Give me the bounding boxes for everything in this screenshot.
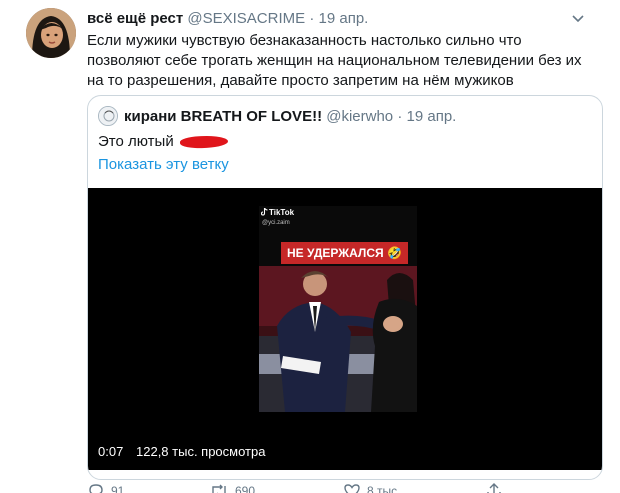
quoted-tweet-date[interactable]: 19 апр. bbox=[407, 108, 457, 125]
video-frame: TikTok @yci.zaim НЕ УДЕРЖАЛСЯ 🤣 bbox=[259, 206, 417, 412]
quoted-author-name[interactable]: кирани BREATH OF LOVE!! bbox=[124, 108, 322, 125]
quoted-text: Это лютый bbox=[98, 133, 174, 150]
heart-icon bbox=[344, 484, 360, 493]
retweet-icon bbox=[212, 484, 226, 493]
quoted-tweet-header: кирани BREATH OF LOVE!! @kierwho · 19 ап… bbox=[124, 108, 456, 126]
show-thread-link[interactable]: Показать эту ветку bbox=[98, 155, 229, 175]
video-player[interactable]: TikTok @yci.zaim НЕ УДЕРЖАЛСЯ 🤣 0:07 122… bbox=[88, 188, 602, 470]
share-icon bbox=[487, 483, 501, 493]
tiktok-label: TikTok bbox=[269, 208, 295, 217]
reply-button[interactable]: 91 bbox=[87, 482, 124, 493]
like-button[interactable]: 8 тыс. bbox=[343, 482, 400, 493]
quoted-avatar-illustration bbox=[99, 107, 117, 125]
share-button[interactable] bbox=[485, 482, 503, 493]
avatar-illustration bbox=[26, 8, 76, 58]
quoted-header-separator: · bbox=[397, 108, 403, 125]
retweet-button[interactable]: 690 bbox=[209, 482, 255, 493]
video-scene-image bbox=[259, 266, 417, 412]
header-separator: · bbox=[309, 10, 315, 27]
tiktok-handle: @yci.zaim bbox=[262, 220, 290, 226]
video-caption: НЕ УДЕРЖАЛСЯ 🤣 bbox=[281, 242, 408, 264]
reply-count: 91 bbox=[111, 484, 125, 493]
video-views: 122,8 тыс. просмотра bbox=[136, 444, 266, 459]
retweet-count: 690 bbox=[235, 484, 256, 493]
author-handle[interactable]: @SEXISACRIME bbox=[187, 10, 305, 27]
author-avatar[interactable] bbox=[26, 8, 76, 58]
tweet-header: всё ещё рест @SEXISACRIME · 19 апр. bbox=[87, 10, 368, 28]
quoted-author-avatar[interactable] bbox=[98, 106, 118, 126]
tweet-text-line: на то разрешения, давайте просто запрети… bbox=[87, 72, 514, 89]
quoted-tweet-text: Это лютый bbox=[98, 132, 228, 152]
tweet-text: Если мужики чувствую безнаказанность нас… bbox=[87, 31, 607, 91]
author-name[interactable]: всё ещё рест bbox=[87, 10, 183, 27]
reply-icon bbox=[89, 484, 103, 493]
more-options-chevron-icon[interactable] bbox=[570, 12, 586, 24]
tiktok-note-icon bbox=[260, 207, 268, 216]
tweet-text-line: Если мужики чувствую безнаказанность нас… bbox=[87, 32, 522, 49]
redaction-mark bbox=[179, 134, 228, 150]
quoted-tweet[interactable]: кирани BREATH OF LOVE!! @kierwho · 19 ап… bbox=[87, 95, 603, 480]
tweet-actions: 91 690 8 тыс. bbox=[87, 482, 607, 493]
tiktok-watermark: TikTok bbox=[260, 207, 295, 217]
quoted-author-handle[interactable]: @kierwho bbox=[326, 108, 393, 125]
video-duration: 0:07 bbox=[98, 444, 124, 459]
tweet-text-line: позволяют себе трогать женщин на национа… bbox=[87, 52, 582, 69]
like-count: 8 тыс. bbox=[367, 484, 401, 493]
tweet-date[interactable]: 19 апр. bbox=[319, 10, 369, 27]
tweet: всё ещё рест @SEXISACRIME · 19 апр. Если… bbox=[0, 0, 620, 493]
